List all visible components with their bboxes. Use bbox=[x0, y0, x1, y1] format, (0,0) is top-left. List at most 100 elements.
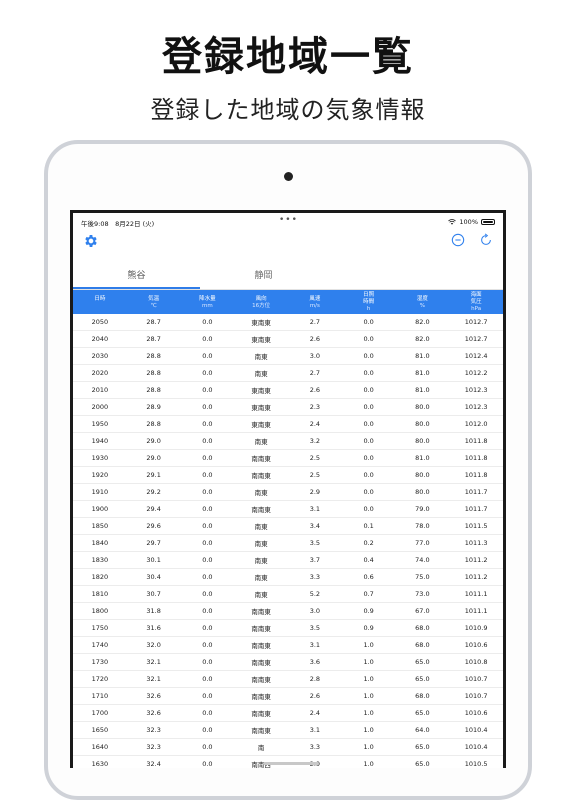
table-cell: 80.0 bbox=[395, 415, 450, 433]
table-cell: 3.0 bbox=[288, 602, 342, 620]
table-row[interactable]: 1740 32.0 0.0 南南東 3.1 1.0 68.0 1010.6 bbox=[73, 636, 503, 654]
table-cell: 3.0 bbox=[288, 347, 342, 365]
refresh-icon[interactable] bbox=[479, 233, 493, 247]
table-cell: 28.8 bbox=[126, 347, 181, 365]
table-cell: 2010 bbox=[73, 381, 127, 399]
table-cell: 2020 bbox=[73, 364, 127, 382]
table-row[interactable]: 2010 28.8 0.0 東南東 2.6 0.0 81.0 1012.3 bbox=[73, 381, 503, 399]
table-cell: 1011.8 bbox=[449, 449, 503, 467]
table-cell: 南東 bbox=[234, 364, 288, 382]
table-row[interactable]: 1930 29.0 0.0 南南東 2.5 0.0 81.0 1011.8 bbox=[73, 449, 503, 467]
table-cell: 1012.4 bbox=[449, 347, 503, 365]
tab-kumagaya[interactable]: 熊谷 bbox=[73, 259, 200, 289]
table-cell: 0.0 bbox=[341, 415, 396, 433]
table-cell: 68.0 bbox=[395, 619, 450, 637]
tab-shizuoka[interactable]: 静岡 bbox=[200, 259, 327, 289]
table-row[interactable]: 1640 32.3 0.0 南 3.3 1.0 65.0 1010.4 bbox=[73, 738, 503, 756]
table-cell: 1.0 bbox=[341, 755, 396, 768]
gear-icon[interactable] bbox=[83, 233, 99, 249]
table-row[interactable]: 1820 30.4 0.0 南東 3.3 0.6 75.0 1011.2 bbox=[73, 568, 503, 586]
table-cell: 0.0 bbox=[180, 432, 235, 450]
table-cell: 1700 bbox=[73, 704, 127, 722]
table-row[interactable]: 1940 29.0 0.0 南東 3.2 0.0 80.0 1011.8 bbox=[73, 432, 503, 450]
promo-subline: 登録した地域の気象情報 bbox=[150, 96, 426, 124]
table-cell: 東南東 bbox=[234, 415, 288, 433]
table-row[interactable]: 1800 31.8 0.0 南南東 3.0 0.9 67.0 1011.1 bbox=[73, 602, 503, 620]
table-cell: 1730 bbox=[73, 653, 127, 671]
table-cell: 東南東 bbox=[234, 381, 288, 399]
column-unit: hPa bbox=[471, 306, 482, 312]
weather-table: 日時 気温 ℃ 降水量 mm 風向 16方位 風速 m/s 日照 時間 h 湿度% 海面 気圧 hPa … bbox=[73, 290, 503, 768]
table-row[interactable]: 1750 31.6 0.0 南南東 3.5 0.9 68.0 1010.9 bbox=[73, 619, 503, 637]
table-cell: 3.7 bbox=[288, 551, 342, 569]
column-header: 風速 m/s bbox=[288, 290, 342, 314]
table-cell: 1910 bbox=[73, 483, 127, 501]
table-row[interactable]: 1910 29.2 0.0 南東 2.9 0.0 80.0 1011.7 bbox=[73, 483, 503, 501]
table-cell: 0.0 bbox=[180, 585, 235, 603]
table-row[interactable]: 1830 30.1 0.0 南東 3.7 0.4 74.0 1011.2 bbox=[73, 551, 503, 569]
table-cell: 0.0 bbox=[180, 347, 235, 365]
table-cell: 0.0 bbox=[180, 330, 235, 348]
table-cell: 2.5 bbox=[288, 466, 342, 484]
table-cell: 1.0 bbox=[341, 653, 396, 671]
table-cell: 1820 bbox=[73, 568, 127, 586]
table-cell: 64.0 bbox=[395, 721, 450, 739]
table-row[interactable]: 2050 28.7 0.0 東南東 2.7 0.0 82.0 1012.7 bbox=[73, 314, 503, 331]
wifi-icon bbox=[448, 219, 457, 225]
table-cell: 1810 bbox=[73, 585, 127, 603]
status-time: 午後9:08 8月22日 (火) bbox=[81, 220, 155, 228]
table-cell: 1.0 bbox=[341, 636, 396, 654]
table-row[interactable]: 1900 29.4 0.0 南南東 3.1 0.0 79.0 1011.7 bbox=[73, 500, 503, 518]
table-cell: 南東 bbox=[234, 534, 288, 552]
table-cell: 68.0 bbox=[395, 636, 450, 654]
table-row[interactable]: 1850 29.6 0.0 南東 3.4 0.1 78.0 1011.5 bbox=[73, 517, 503, 535]
table-row[interactable]: 1710 32.6 0.0 南南東 2.6 1.0 68.0 1010.7 bbox=[73, 687, 503, 705]
table-cell: 1900 bbox=[73, 500, 127, 518]
table-row[interactable]: 2030 28.8 0.0 南東 3.0 0.0 81.0 1012.4 bbox=[73, 347, 503, 365]
table-cell: 32.3 bbox=[126, 721, 181, 739]
table-row[interactable]: 1810 30.7 0.0 南東 5.2 0.7 73.0 1011.1 bbox=[73, 585, 503, 603]
column-header: 日照 時間 h bbox=[342, 290, 396, 314]
multitasking-dots[interactable]: ••• bbox=[279, 215, 298, 225]
table-cell: 南東 bbox=[234, 432, 288, 450]
table-cell: 1650 bbox=[73, 721, 127, 739]
table-cell: 1012.2 bbox=[449, 364, 503, 382]
table-cell: 1010.8 bbox=[449, 653, 503, 671]
table-cell: 1750 bbox=[73, 619, 127, 637]
table-cell: 3.1 bbox=[288, 500, 342, 518]
table-cell: 2.7 bbox=[288, 364, 342, 382]
table-cell: 2040 bbox=[73, 330, 127, 348]
table-row[interactable]: 1840 29.7 0.0 南東 3.5 0.2 77.0 1011.3 bbox=[73, 534, 503, 552]
table-row[interactable]: 2020 28.8 0.0 南東 2.7 0.0 81.0 1012.2 bbox=[73, 364, 503, 382]
minus-circle-icon[interactable] bbox=[451, 233, 465, 247]
table-row[interactable]: 2040 28.7 0.0 東南東 2.6 0.0 82.0 1012.7 bbox=[73, 330, 503, 348]
table-cell: 0.0 bbox=[180, 364, 235, 382]
table-cell: 1011.3 bbox=[449, 534, 503, 552]
table-cell: 28.7 bbox=[126, 314, 181, 331]
table-cell: 29.7 bbox=[126, 534, 181, 552]
table-row[interactable]: 1650 32.3 0.0 南南東 3.1 1.0 64.0 1010.4 bbox=[73, 721, 503, 739]
table-row[interactable]: 1730 32.1 0.0 南南東 3.6 1.0 65.0 1010.8 bbox=[73, 653, 503, 671]
table-cell: 0.4 bbox=[341, 551, 396, 569]
table-cell: 南 bbox=[234, 738, 288, 756]
table-cell: 65.0 bbox=[395, 738, 450, 756]
table-cell: 1930 bbox=[73, 449, 127, 467]
table-cell: 0.7 bbox=[341, 585, 396, 603]
table-row[interactable]: 1920 29.1 0.0 南南東 2.5 0.0 80.0 1011.8 bbox=[73, 466, 503, 484]
table-cell: 0.0 bbox=[180, 483, 235, 501]
table-cell: 2.3 bbox=[288, 398, 342, 416]
column-label: 風速 bbox=[309, 295, 321, 302]
table-row[interactable]: 1950 28.8 0.0 東南東 2.4 0.0 80.0 1012.0 bbox=[73, 415, 503, 433]
table-cell: 2.6 bbox=[288, 330, 342, 348]
table-row[interactable]: 2000 28.9 0.0 東南東 2.3 0.0 80.0 1012.3 bbox=[73, 398, 503, 416]
table-row[interactable]: 1700 32.6 0.0 南南東 2.4 1.0 65.0 1010.6 bbox=[73, 704, 503, 722]
table-cell: 南南東 bbox=[234, 619, 288, 637]
table-cell: 2.7 bbox=[288, 314, 342, 331]
table-cell: 28.8 bbox=[126, 415, 181, 433]
promo-headline: 登録地域一覧 bbox=[162, 34, 414, 80]
column-label: 日時 bbox=[94, 295, 106, 302]
table-cell: 29.1 bbox=[126, 466, 181, 484]
table-cell: 0.0 bbox=[341, 466, 396, 484]
table-cell: 81.0 bbox=[395, 347, 450, 365]
table-row[interactable]: 1720 32.1 0.0 南南東 2.8 1.0 65.0 1010.7 bbox=[73, 670, 503, 688]
